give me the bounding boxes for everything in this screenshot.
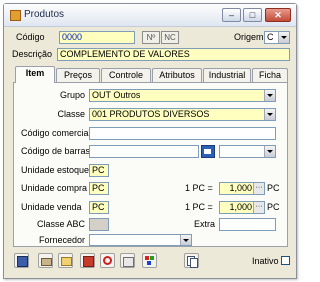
grupo-label: Grupo	[59, 90, 85, 100]
app-icon	[10, 10, 21, 21]
ellipsis-icon[interactable]: ···	[253, 183, 264, 194]
extra-input[interactable]	[219, 218, 276, 231]
tab-item[interactable]: Item	[15, 66, 55, 83]
maximize-button[interactable]: □	[243, 8, 262, 22]
folder-icon	[61, 257, 72, 266]
close-icon: ✕	[274, 10, 282, 20]
nc-button[interactable]: NC	[161, 31, 179, 44]
barcode-icon	[204, 149, 211, 154]
codigo-barras-type-select[interactable]	[219, 145, 276, 158]
venda-conv-input[interactable]: 1,000 ···	[219, 201, 265, 214]
cancel-icon	[103, 256, 112, 265]
descricao-input[interactable]: COMPLEMENTO DE VALORES	[57, 48, 290, 61]
title-bar: Produtos – □ ✕	[4, 4, 296, 27]
venda-conv-value: 1,000	[229, 202, 252, 212]
unidade-venda-input[interactable]: PC	[89, 201, 109, 214]
delete-button[interactable]	[80, 253, 95, 268]
codigo-comercial-label: Código comercial	[21, 128, 91, 138]
colors-button[interactable]	[142, 253, 157, 268]
cancel-button[interactable]	[100, 253, 115, 268]
ellipsis-icon[interactable]: ···	[253, 202, 264, 213]
produtos-window: Produtos – □ ✕ Código 0000 Nº NC Origem …	[3, 3, 297, 279]
fornecedor-label: Fornecedor	[39, 235, 86, 245]
codigo-comercial-input[interactable]	[89, 127, 276, 140]
venda-conv-unit: PC	[267, 202, 280, 212]
descricao-label: Descrição	[12, 49, 53, 59]
barcode-lookup-button[interactable]	[201, 145, 215, 158]
chevron-down-icon[interactable]	[180, 235, 191, 245]
compra-conv-label: 1 PC =	[185, 183, 213, 193]
delete-icon	[83, 256, 94, 267]
export-icon	[123, 257, 134, 267]
fornecedor-select[interactable]	[89, 234, 192, 246]
n-button[interactable]: Nº	[142, 31, 160, 44]
chevron-down-icon[interactable]	[264, 146, 275, 157]
unidade-estoque-input[interactable]: PC	[89, 164, 109, 177]
minimize-icon: –	[228, 10, 234, 20]
extra-label: Extra	[194, 219, 216, 229]
tab-atributos[interactable]: Atributos	[152, 68, 202, 82]
classe-label: Classe	[57, 109, 85, 119]
origem-label: Origem	[234, 32, 264, 42]
codigo-barras-label: Código de barras	[21, 146, 91, 156]
tab-precos[interactable]: Preços	[56, 68, 100, 82]
venda-conv-label: 1 PC =	[185, 202, 213, 212]
unidade-venda-label: Unidade venda	[21, 202, 82, 212]
save-button[interactable]	[14, 253, 29, 268]
tab-ficha[interactable]: Ficha	[252, 68, 288, 82]
tab-industrial[interactable]: Industrial	[203, 68, 251, 82]
chevron-down-icon[interactable]	[264, 109, 275, 120]
codigo-label: Código	[16, 32, 45, 42]
tab-controle[interactable]: Controle	[101, 68, 151, 82]
print-icon	[41, 258, 52, 266]
window-title: Produtos	[24, 9, 65, 20]
copy-button[interactable]	[184, 253, 199, 268]
compra-conv-value: 1,000	[229, 183, 252, 193]
open-button[interactable]	[58, 253, 73, 268]
inativo-label: Inativo	[252, 256, 279, 266]
inativo-checkbox[interactable]	[281, 256, 290, 265]
grupo-value: OUT Outros	[92, 90, 141, 100]
grupo-select[interactable]: OUT Outros	[89, 89, 276, 102]
codigo-barras-input[interactable]	[89, 145, 199, 158]
maximize-icon: □	[249, 10, 256, 20]
save-icon	[17, 256, 28, 267]
classe-value: 001 PRODUTOS DIVERSOS	[92, 109, 210, 119]
unidade-estoque-label: Unidade estoque	[21, 165, 90, 175]
compra-conv-unit: PC	[267, 183, 280, 193]
export-button[interactable]	[120, 253, 135, 268]
unidade-compra-label: Unidade compra	[21, 183, 88, 193]
item-panel: Grupo OUT Outros Classe 001 PRODUTOS DIV…	[13, 82, 288, 247]
classe-abc-label: Classe ABC	[36, 219, 85, 229]
classe-select[interactable]: 001 PRODUTOS DIVERSOS	[89, 108, 276, 121]
compra-conv-input[interactable]: 1,000 ···	[219, 182, 265, 195]
chevron-down-icon[interactable]	[278, 32, 289, 43]
colors-icon	[145, 256, 149, 260]
unidade-compra-input[interactable]: PC	[89, 182, 109, 195]
classe-abc-input[interactable]	[89, 218, 109, 231]
minimize-button[interactable]: –	[222, 8, 241, 22]
close-button[interactable]: ✕	[265, 8, 291, 22]
chevron-down-icon[interactable]	[264, 90, 275, 101]
origem-select[interactable]: C	[264, 31, 290, 44]
print-button[interactable]	[38, 253, 53, 268]
origem-value: C	[267, 32, 274, 42]
codigo-input[interactable]: 0000	[59, 31, 135, 44]
